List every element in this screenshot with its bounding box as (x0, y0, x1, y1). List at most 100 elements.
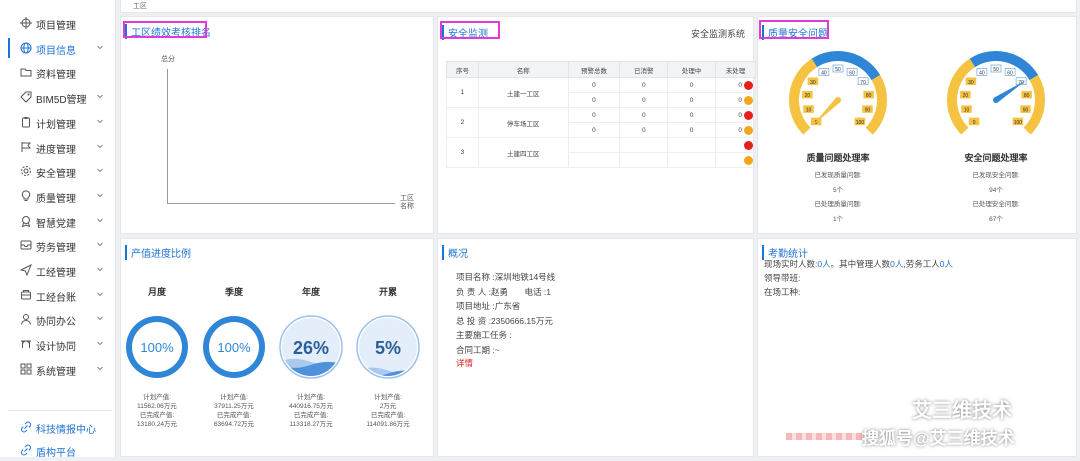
gauge-tick-label: 10 (964, 108, 970, 114)
status-dot (744, 80, 753, 90)
sidebar-bottom-label: 科技情报中心 (36, 425, 96, 436)
cell-pending-wrap: 0 (715, 77, 756, 93)
safety-panel: 安全监测 安全监测系统 序号 名称 预警总数 已消警 处理中 未处理 1 土建一工区 0 0 0 0 0… (437, 16, 756, 234)
gauge-tick-label: 20 (963, 93, 969, 99)
gauge-title: 安全问题处理率 (964, 153, 1028, 163)
sidebar-item-2[interactable]: 资料管理 (0, 61, 116, 83)
attendance-realtime-label: 现场实时人数: (764, 259, 818, 269)
attendance-line1: 现场实时人数:0人。其中管理人数0人,劳务工人0人 (764, 258, 953, 270)
sidebar-item-1[interactable]: 项目信息 (0, 37, 116, 59)
table-header-cell: 未处理 (715, 61, 756, 78)
sidebar-item-3[interactable]: BIM5D管理 (0, 86, 116, 108)
progress-period: 季度 (224, 287, 243, 297)
progress-done-label: 已完成产值: (370, 412, 406, 419)
sidebar-item-9[interactable]: 劳务管理 (0, 234, 116, 256)
chevron-down-icon (96, 91, 104, 103)
badge-icon (20, 215, 32, 227)
sidebar-item-label: 资料管理 (36, 70, 76, 82)
gauge-tick-label: 40 (821, 70, 827, 76)
safety-system-link[interactable]: 安全监测系统 (691, 27, 745, 40)
table-header-row: 序号 名称 预警总数 已消警 处理中 未处理 (446, 61, 756, 78)
gauge-tick-label: 80 (866, 93, 872, 99)
user-icon (20, 313, 32, 325)
cell-total (567, 152, 621, 168)
blurred-text (786, 433, 866, 440)
gauge-tick-label: 60 (849, 70, 855, 76)
globe-icon (20, 42, 32, 54)
inbox-icon (20, 239, 32, 251)
cell-pending: 0 (738, 96, 742, 104)
sidebar-item-8[interactable]: 智慧党建 (0, 210, 116, 232)
progress-percent: 100% (140, 340, 174, 355)
progress-plan: 37911.25万元 (214, 403, 254, 410)
status-dot (744, 95, 753, 105)
gauge-tick-label: 90 (865, 108, 871, 114)
gauge-tick-label: 80 (1024, 93, 1030, 99)
attendance-trades: 在场工种: (764, 287, 801, 297)
sidebar-item-0[interactable]: 项目管理 (0, 12, 116, 34)
cell-processing: 0 (667, 92, 717, 108)
sidebar-item-label: 智慧党建 (36, 218, 76, 230)
sidebar-item-12[interactable]: 协同办公 (0, 308, 116, 330)
sidebar-bottom-item-0[interactable]: 科技情报中心 (0, 416, 116, 438)
gauge-handled-label: 已处理安全问题: (972, 201, 1020, 208)
overview-line: 负 责 人 :赵勇 电话 :1 (456, 286, 551, 297)
sidebar-item-label: 劳务管理 (36, 243, 76, 255)
row-no: 3 (446, 137, 479, 168)
link-icon (20, 444, 32, 456)
cell-cleared: 0 (619, 122, 669, 138)
table-row: 2 停车场工区 0 0 0 0 (446, 107, 756, 138)
sidebar-item-5[interactable]: 进度管理 (0, 136, 116, 158)
sidebar-item-14[interactable]: 系统管理 (0, 358, 116, 380)
sidebar-item-7[interactable]: 质量管理 (0, 185, 116, 207)
gauge-band (1023, 75, 1045, 135)
gauge-tick-label: 30 (810, 80, 816, 86)
progress-done: 114091.86万元 (366, 421, 410, 428)
cell-pending-wrap: 0 (715, 107, 756, 123)
sidebar-item-label: BIM5D管理 (36, 95, 87, 107)
chevron-down-icon (96, 165, 104, 177)
attendance-mid-text: 。其中管理人数 (830, 259, 891, 269)
chevron-down-icon (96, 116, 104, 128)
cell-cleared (619, 152, 669, 168)
sidebar-item-13[interactable]: 设计协同 (0, 333, 116, 355)
sidebar-item-11[interactable]: 工经台账 (0, 284, 116, 306)
progress-period: 年度 (301, 287, 320, 297)
table-header-cell: 已消警 (619, 61, 669, 78)
cell-cleared: 0 (619, 77, 669, 93)
gauge-tick-label: 40 (979, 70, 985, 76)
progress-percent: 100% (217, 340, 251, 355)
sidebar-item-label: 项目管理 (36, 21, 76, 32)
sidebar-item-label: 进度管理 (36, 144, 76, 156)
sidebar: 项目管理项目信息资料管理 BIM5D管理计划管理进度管理安全管理质量管理智慧党建劳… (0, 0, 116, 459)
attendance-leader: 领导带班: (764, 273, 801, 283)
cell-pending-wrap (715, 137, 756, 153)
sidebar-item-label: 工经管理 (36, 268, 76, 279)
sidebar-item-6[interactable]: 安全管理 (0, 160, 116, 182)
row-name: 土建一工区 (477, 77, 569, 108)
sidebar-item-4[interactable]: 计划管理 (0, 111, 116, 133)
output-panel: 产值进度比例 月度 100% 计划产值: 11562.06万元 已完成产值: 13180.… (120, 238, 434, 457)
link-icon (20, 421, 32, 433)
table-header-cell: 预警总数 (567, 61, 621, 78)
table-header-cell: 序号 (446, 61, 479, 78)
progress-percent: 26% (293, 338, 329, 358)
row-name: 土建四工区 (477, 137, 569, 168)
gauge-tick-label: 10 (806, 108, 812, 114)
cell-cleared (619, 137, 669, 153)
cell-pending: 0 (738, 81, 742, 89)
sidebar-bottom-item-1[interactable]: 盾构平台 (0, 439, 116, 461)
overview-detail-link[interactable]: 详情 (456, 357, 473, 369)
gauge-tick-label: 30 (968, 80, 974, 86)
output-title: 产值进度比例 (125, 245, 191, 260)
attendance-labor-count: 0人 (939, 259, 953, 269)
overview-line: 合同工期 :~ (456, 344, 500, 355)
cell-processing (667, 152, 717, 168)
overview-panel: 概况 项目名称 :深圳地铁14号线负 责 人 :赵勇 电话 :1 项目地址 :广东… (437, 238, 754, 457)
sidebar-item-10[interactable]: 工经管理 (0, 259, 116, 281)
gauge-handled-label: 已处理质量问题: (814, 201, 862, 208)
cell-pending-wrap (715, 152, 756, 168)
row-no: 2 (446, 107, 479, 138)
gauge-found-label: 已发现质量问题: (814, 172, 862, 179)
safety-table: 序号 名称 预警总数 已消警 处理中 未处理 1 土建一工区 0 0 0 0 0 0 0 0 2 停车场工区 0 0 0… (446, 61, 756, 168)
